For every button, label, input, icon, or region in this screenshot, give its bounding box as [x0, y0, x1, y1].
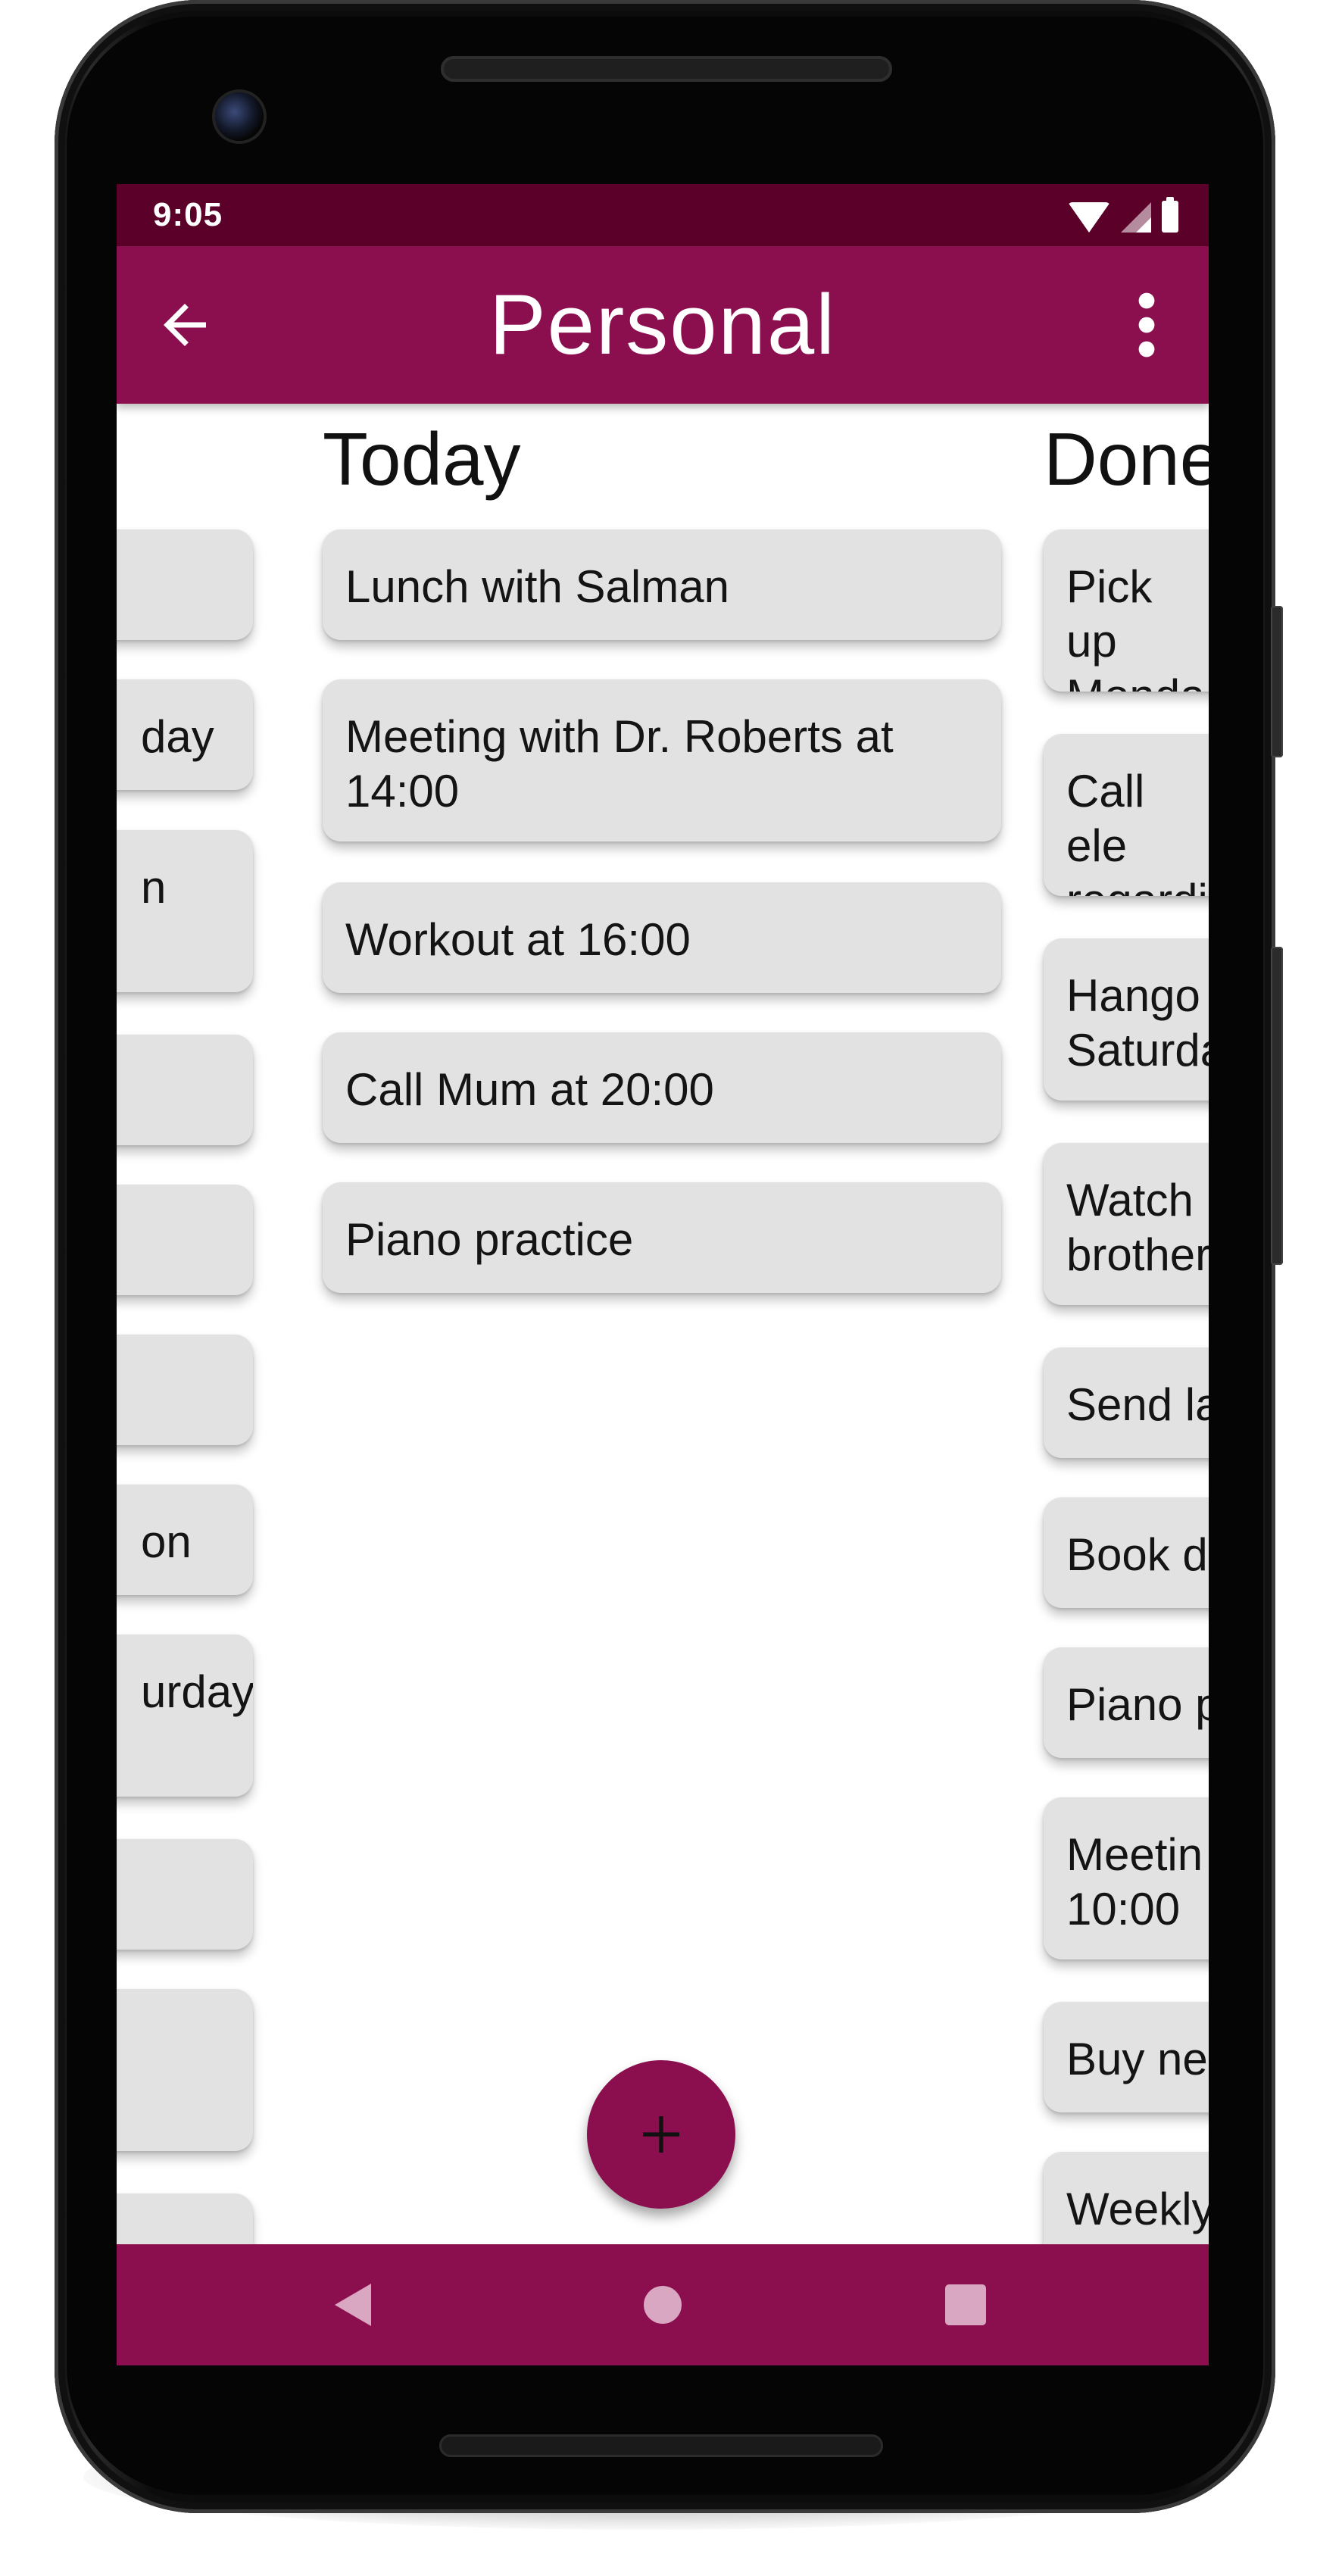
task-card[interactable]: Pick up Monda [1044, 529, 1209, 692]
nav-home-icon [644, 2286, 682, 2324]
task-card[interactable]: Call ele regardi [1044, 734, 1209, 896]
task-card-text: Watch brother [1066, 1175, 1209, 1280]
task-card[interactable]: n [117, 830, 253, 992]
task-card[interactable] [117, 1035, 253, 1145]
more-vert-icon [1138, 292, 1155, 358]
task-card[interactable]: Piano practice [323, 1182, 1001, 1293]
nav-home-button[interactable] [632, 2275, 693, 2335]
front-camera [215, 92, 264, 141]
column-previous: day n on urday [117, 404, 268, 2304]
volume-button [1271, 947, 1283, 1265]
task-card[interactable]: Buy ne [1044, 2002, 1209, 2112]
task-card-text: Piano practice [345, 1214, 634, 1265]
task-card-text: urday [141, 1666, 253, 1717]
task-card-text: n [141, 862, 167, 913]
task-card-text: Call ele regardi [1066, 766, 1208, 896]
task-card[interactable] [117, 1185, 253, 1295]
page-title: Personal [488, 277, 837, 372]
task-card[interactable]: Send la [1044, 1347, 1209, 1458]
battery-icon [1162, 197, 1178, 233]
status-time: 9:05 [153, 196, 223, 233]
task-card[interactable]: Meeting with Dr. Roberts at 14:00 [323, 679, 1001, 841]
nav-recents-icon [945, 2284, 986, 2325]
task-card-text: Pick up Monda [1066, 561, 1205, 692]
overflow-menu-button[interactable] [1116, 286, 1177, 364]
plus-icon [643, 2116, 679, 2153]
task-card[interactable]: on [117, 1485, 253, 1595]
kanban-board[interactable]: day n on urday Today Lunch with Salman M… [117, 404, 1209, 2304]
signal-icon [1121, 202, 1151, 233]
task-card-text: Hango Saturda [1066, 970, 1209, 1076]
app-bar: Personal [117, 246, 1209, 404]
task-card-text: Call Mum at 20:00 [345, 1064, 714, 1115]
add-task-button[interactable] [587, 2060, 735, 2209]
task-card-text: Book d [1066, 1529, 1208, 1580]
task-card[interactable]: urday [117, 1635, 253, 1797]
task-card[interactable]: Workout at 16:00 [323, 882, 1001, 993]
task-card[interactable]: Watch brother [1044, 1143, 1209, 1305]
task-card-text: Weekly [1066, 2184, 1209, 2234]
task-card[interactable] [117, 1335, 253, 1445]
power-button [1271, 606, 1283, 757]
task-card[interactable] [117, 1839, 253, 1950]
screen: 9:05 Personal day n on urday Today Lunch… [117, 184, 1209, 2365]
nav-recents-button[interactable] [935, 2275, 996, 2335]
nav-back-button[interactable] [323, 2275, 383, 2335]
nav-back-icon [335, 2284, 371, 2326]
column-today: Today Lunch with Salman Meeting with Dr.… [323, 404, 1004, 2244]
system-nav-bar [117, 2244, 1209, 2365]
task-card-text: Piano p [1066, 1679, 1209, 1730]
column-title-today: Today [323, 417, 521, 501]
task-card-text: Meetin 10:00 [1066, 1829, 1203, 1934]
column-done: Done Pick up Monda Call ele regardi Hang… [1044, 404, 1209, 2262]
task-card[interactable]: Piano p [1044, 1647, 1209, 1758]
task-card-text: Send la [1066, 1379, 1209, 1430]
bottom-speaker [439, 2434, 883, 2457]
task-card-text: Meeting with Dr. Roberts at 14:00 [345, 711, 894, 817]
wifi-icon [1068, 202, 1110, 233]
task-card-text: Lunch with Salman [345, 561, 729, 612]
task-card-text: Buy ne [1066, 2034, 1208, 2084]
column-title-done: Done [1044, 417, 1209, 501]
task-card[interactable]: Hango Saturda [1044, 938, 1209, 1101]
task-card[interactable]: Book d [1044, 1497, 1209, 1608]
status-bar: 9:05 [117, 184, 1209, 246]
earpiece-speaker [441, 56, 892, 82]
task-card[interactable]: Call Mum at 20:00 [323, 1032, 1001, 1143]
status-icons [1068, 197, 1178, 233]
task-card-text: day [141, 711, 214, 762]
task-card[interactable] [117, 529, 253, 640]
task-card-text: on [141, 1516, 192, 1567]
device-mockup: 9:05 Personal day n on urday Today Lunch… [0, 0, 1342, 2576]
task-card[interactable]: Lunch with Salman [323, 529, 1001, 640]
task-card-text: Workout at 16:00 [345, 914, 691, 965]
task-card[interactable]: day [117, 679, 253, 790]
task-card[interactable]: Meetin 10:00 [1044, 1797, 1209, 1959]
task-card[interactable] [117, 1989, 253, 2151]
